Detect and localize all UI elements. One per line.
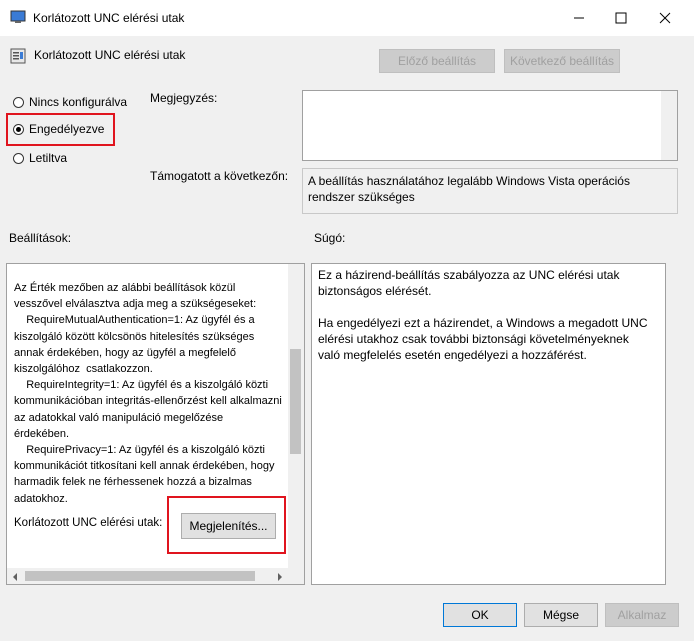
supported-field: A beállítás használatához legalább Windo… (302, 168, 678, 214)
comment-label: Megjegyzés: (150, 91, 218, 105)
radio-circle (13, 152, 24, 164)
previous-setting-button[interactable]: Előző beállítás (379, 49, 495, 73)
maximize-icon (615, 12, 627, 24)
scroll-left-icon (13, 573, 17, 581)
supported-scrollbar[interactable] (661, 169, 677, 213)
supported-value: A beállítás használatához legalább Windo… (308, 174, 634, 204)
help-scrollbar[interactable] (668, 263, 684, 585)
options-vscroll[interactable] (288, 264, 304, 568)
help-pane: Ez a házirend-beállítás szabályozza az U… (311, 263, 666, 585)
options-text: Az Érték mezőben az alábbi beállítások k… (14, 282, 282, 505)
title-bar: Korlátozott UNC elérési utak (0, 0, 694, 36)
close-button[interactable] (642, 0, 688, 36)
comment-input[interactable] (302, 90, 678, 161)
radio-circle (13, 96, 24, 108)
policy-name: Korlátozott UNC elérési utak (34, 48, 186, 62)
help-paragraph-1: Ez a házirend-beállítás szabályozza az U… (318, 268, 623, 298)
radio-disabled[interactable]: Letiltva (13, 151, 67, 165)
options-label: Beállítások: (9, 231, 72, 245)
cancel-button[interactable]: Mégse (524, 603, 598, 627)
unc-paths-label: Korlátozott UNC elérési utak: (14, 517, 163, 529)
minimize-icon (574, 17, 584, 19)
next-setting-button[interactable]: Következő beállítás (504, 49, 620, 73)
highlight-rect-show-button (167, 496, 286, 554)
comment-scrollbar[interactable] (661, 91, 677, 160)
close-icon (659, 12, 671, 24)
window-title: Korlátozott UNC elérési utak (33, 11, 185, 25)
supported-label: Támogatott a következőn: (150, 169, 289, 183)
maximize-button[interactable] (598, 0, 644, 36)
help-paragraph-2: Ha engedélyezi ezt a házirendet, a Windo… (318, 316, 651, 362)
radio-label: Nincs konfigurálva (29, 95, 128, 109)
minimize-button[interactable] (556, 0, 602, 36)
help-label: Súgó: (314, 231, 346, 245)
scroll-thumb[interactable] (290, 349, 301, 454)
scroll-right-icon (278, 573, 282, 581)
apply-button[interactable]: Alkalmaz (605, 603, 679, 627)
app-icon (10, 10, 26, 24)
hscroll-thumb[interactable] (25, 571, 255, 581)
radio-not-configured[interactable]: Nincs konfigurálva (13, 95, 127, 109)
ok-button[interactable]: OK (443, 603, 517, 627)
radio-label: Letiltva (29, 151, 68, 165)
highlight-rect-enabled (6, 113, 115, 146)
options-hscroll[interactable] (7, 568, 304, 584)
policy-icon (10, 48, 26, 64)
